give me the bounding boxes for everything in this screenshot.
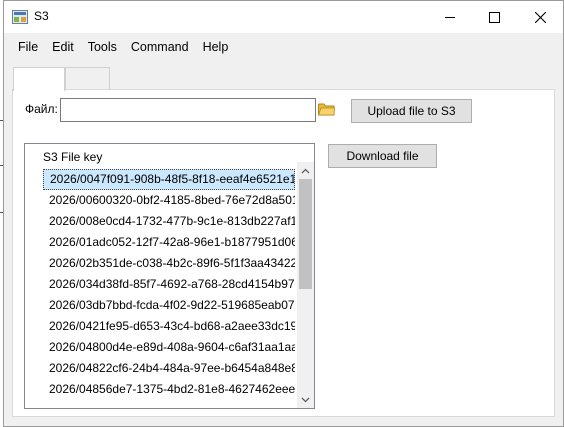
menu-bar: File Edit Tools Command Help bbox=[4, 33, 563, 61]
upload-button[interactable]: Upload file to S3 bbox=[351, 99, 472, 123]
menu-help[interactable]: Help bbox=[196, 33, 236, 61]
menu-edit[interactable]: Edit bbox=[45, 33, 81, 61]
scroll-up-button[interactable] bbox=[297, 162, 314, 179]
maximize-icon bbox=[489, 11, 500, 23]
minimize-icon bbox=[444, 17, 455, 18]
list-item[interactable]: 2026/00600320-0bf2-4185-8bed-76e72d8a501… bbox=[43, 190, 295, 211]
scroll-down-button[interactable] bbox=[297, 391, 314, 408]
download-button[interactable]: Download file bbox=[328, 144, 437, 168]
maximize-button[interactable] bbox=[472, 1, 517, 33]
chevron-up-icon bbox=[301, 168, 310, 173]
list-rows: 2026/0047f091-908b-48f5-8f18-eeaf4e6521e… bbox=[43, 169, 295, 400]
s3-file-list[interactable]: S3 File key 2026/0047f091-908b-48f5-8f18… bbox=[24, 143, 315, 409]
list-item[interactable]: 2026/02b351de-c038-4b2c-89f6-5f1f3aa4342… bbox=[43, 253, 295, 274]
list-item[interactable]: 2026/034d38fd-85f7-4692-a768-28cd4154b97… bbox=[43, 274, 295, 295]
list-item[interactable]: 2026/008e0cd4-1732-477b-9c1e-813db227af1… bbox=[43, 211, 295, 232]
menu-tools[interactable]: Tools bbox=[81, 33, 124, 61]
close-icon bbox=[535, 11, 546, 23]
app-window: S3 File Edit Tools Command Help Файл: Up… bbox=[3, 0, 564, 427]
close-button[interactable] bbox=[518, 1, 563, 33]
title-bar[interactable]: S3 bbox=[4, 1, 563, 33]
list-item[interactable]: 2026/0421fe95-d653-43c4-bd68-a2aee33dc19… bbox=[43, 316, 295, 337]
list-item[interactable]: 2026/0047f091-908b-48f5-8f18-eeaf4e6521e… bbox=[43, 169, 295, 190]
list-item[interactable]: 2026/04856de7-1375-4bd2-81e8-4627462eee9… bbox=[43, 379, 295, 400]
tab-1[interactable] bbox=[13, 67, 65, 91]
list-header: S3 File key bbox=[43, 150, 103, 164]
tab-panel: Файл: Upload file to S3 S3 File key 2026… bbox=[12, 89, 555, 417]
scroll-thumb[interactable] bbox=[299, 179, 312, 289]
vertical-scrollbar[interactable] bbox=[297, 162, 314, 408]
chevron-down-icon bbox=[301, 397, 310, 402]
menu-file[interactable]: File bbox=[11, 33, 45, 61]
file-path-input[interactable] bbox=[60, 98, 316, 122]
app-icon bbox=[12, 10, 28, 24]
list-item[interactable]: 2026/04822cf6-24b4-484a-97ee-b6454a848e8… bbox=[43, 358, 295, 379]
window-title: S3 bbox=[34, 9, 49, 23]
list-item[interactable]: 2026/04800d4e-e89d-408a-9604-c6af31aa1aa… bbox=[43, 337, 295, 358]
menu-command[interactable]: Command bbox=[124, 33, 196, 61]
tab-2[interactable] bbox=[65, 67, 110, 90]
folder-icon[interactable] bbox=[318, 102, 335, 116]
list-item[interactable]: 2026/01adc052-12f7-42a8-96e1-b1877951d06… bbox=[43, 232, 295, 253]
list-item[interactable]: 2026/03db7bbd-fcda-4f02-9d22-519685eab07… bbox=[43, 295, 295, 316]
file-label: Файл: bbox=[25, 102, 58, 116]
minimize-button[interactable] bbox=[427, 1, 472, 33]
